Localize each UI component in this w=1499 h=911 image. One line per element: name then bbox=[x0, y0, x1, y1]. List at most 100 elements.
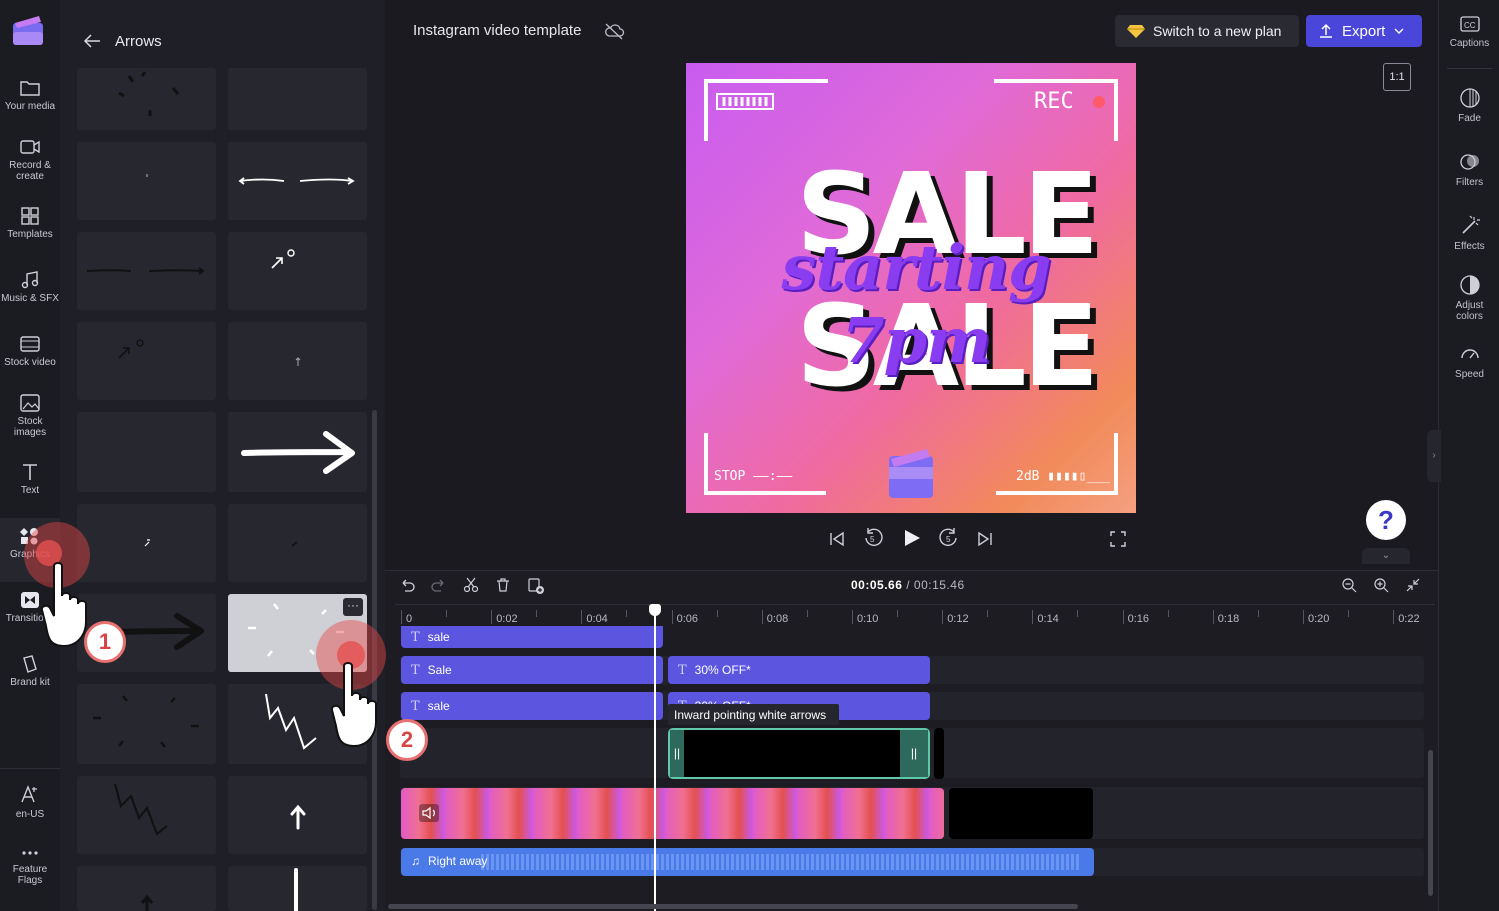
ruler-tick bbox=[852, 610, 853, 624]
arrow-tile[interactable] bbox=[228, 504, 367, 582]
arrow-tile[interactable] bbox=[77, 232, 216, 310]
skip-forward-button[interactable] bbox=[976, 530, 994, 548]
arrow-tile[interactable] bbox=[228, 142, 367, 220]
ruler-tick bbox=[401, 610, 402, 624]
graphic-clip-selected[interactable]: || || bbox=[668, 728, 930, 779]
zoom-out-button[interactable] bbox=[1341, 577, 1357, 593]
text-clip[interactable]: T Sale bbox=[401, 656, 663, 684]
rail-templates[interactable]: Templates bbox=[0, 206, 60, 240]
ruler-tick bbox=[1122, 610, 1124, 624]
arrow-tile[interactable] bbox=[77, 412, 216, 492]
cut-button[interactable] bbox=[463, 577, 479, 593]
forward-5-button[interactable]: 5 bbox=[938, 527, 960, 549]
more-icon bbox=[22, 851, 38, 855]
speaker-icon[interactable] bbox=[419, 804, 439, 822]
add-media-button[interactable] bbox=[527, 577, 545, 595]
folder-icon bbox=[20, 81, 40, 96]
help-button[interactable]: ? bbox=[1366, 500, 1406, 540]
fit-timeline-button[interactable] bbox=[1405, 577, 1421, 593]
audio-clip[interactable]: ♫ Right away bbox=[401, 848, 1094, 876]
undo-button[interactable] bbox=[399, 577, 415, 593]
tile-more-button[interactable]: ··· bbox=[343, 598, 363, 616]
ruler-label: 0:14 bbox=[1037, 613, 1059, 625]
rail-feature-flags[interactable]: Feature Flags bbox=[0, 845, 60, 886]
arrow-tile[interactable] bbox=[228, 412, 367, 492]
trim-handle-left[interactable]: || bbox=[670, 730, 684, 777]
arrow-tile[interactable] bbox=[77, 322, 216, 400]
text-clip[interactable]: Tsale bbox=[401, 626, 663, 648]
video-preview[interactable]: REC STOP ––:–– 2dB ▮▮▮▮▯___ SALE SALE st… bbox=[686, 63, 1136, 513]
text-clip-icon: T bbox=[678, 662, 687, 678]
export-button[interactable]: Export bbox=[1306, 15, 1422, 47]
rail-label: Music & SFX bbox=[1, 293, 59, 304]
playhead[interactable] bbox=[654, 606, 656, 911]
ruler-subtick bbox=[626, 610, 628, 617]
ruler-label: 0 bbox=[406, 613, 413, 625]
right-panel-collapse-handle[interactable]: › bbox=[1427, 430, 1441, 482]
playhead-handle[interactable] bbox=[649, 604, 661, 616]
rail-divider bbox=[0, 768, 60, 769]
rail-label: Your media bbox=[4, 101, 56, 112]
rr-filters[interactable]: Filters bbox=[1439, 151, 1499, 188]
rr-effects[interactable]: Effects bbox=[1439, 215, 1499, 252]
back-button[interactable] bbox=[82, 31, 104, 51]
rr-speed[interactable]: Speed bbox=[1439, 343, 1499, 380]
rail-your-media[interactable]: Your media bbox=[0, 78, 60, 112]
play-button[interactable] bbox=[902, 528, 922, 548]
timecode: 00:05.66 / 00:15.46 bbox=[851, 578, 965, 592]
zoom-in-button[interactable] bbox=[1373, 577, 1389, 593]
rail-stock-video[interactable]: Stock video bbox=[0, 334, 60, 368]
arrow-tile[interactable] bbox=[228, 232, 367, 310]
text-clip[interactable]: T 30% OFF* bbox=[668, 656, 930, 684]
app-logo-icon[interactable] bbox=[12, 14, 46, 48]
timeline-hscroll[interactable] bbox=[388, 904, 1078, 909]
brand-icon bbox=[23, 655, 37, 673]
rr-captions[interactable]: CC Captions bbox=[1439, 14, 1499, 49]
audio-clip-label-row: ♫ Right away bbox=[411, 854, 487, 868]
rail-music-sfx[interactable]: Music & SFX bbox=[0, 270, 60, 304]
ruler-tick bbox=[1393, 610, 1395, 624]
project-title[interactable]: Instagram video template bbox=[413, 22, 581, 39]
arrow-tile[interactable] bbox=[228, 322, 367, 400]
tiny-arrow-icon bbox=[146, 174, 148, 177]
delete-button[interactable] bbox=[495, 577, 511, 593]
skip-back-button[interactable] bbox=[828, 530, 846, 548]
arrow-tile[interactable] bbox=[228, 866, 367, 911]
rail-language[interactable]: en-US bbox=[0, 784, 60, 820]
fullscreen-button[interactable] bbox=[1109, 530, 1127, 548]
stop-label: STOP ––:–– bbox=[714, 469, 793, 484]
rr-adjust-colors[interactable]: Adjust colors bbox=[1439, 274, 1499, 322]
aspect-ratio-button[interactable]: 1:1 bbox=[1383, 63, 1411, 91]
arrow-left-icon bbox=[83, 34, 100, 48]
arrow-tile[interactable] bbox=[228, 68, 367, 130]
rewind-5-button[interactable]: 5 bbox=[862, 527, 884, 549]
arrow-tile[interactable] bbox=[77, 776, 216, 854]
video-clip-black[interactable] bbox=[949, 788, 1093, 839]
ruler-label: 0:02 bbox=[496, 613, 518, 625]
ruler-label: 0:12 bbox=[947, 613, 969, 625]
timeline-vscroll[interactable] bbox=[1428, 750, 1433, 896]
ruler-label: 0:18 bbox=[1217, 613, 1240, 625]
ruler-tick bbox=[581, 610, 583, 624]
rail-brand-kit[interactable]: Brand kit bbox=[0, 654, 60, 688]
rail-stock-images[interactable]: Stock images bbox=[0, 393, 60, 438]
fade-icon bbox=[1459, 88, 1480, 108]
skip-start-icon bbox=[830, 531, 844, 547]
video-clip[interactable] bbox=[401, 788, 944, 839]
arrow-tile[interactable] bbox=[77, 142, 216, 220]
rr-fade[interactable]: Fade bbox=[1439, 87, 1499, 124]
trim-handle-right[interactable]: || bbox=[900, 730, 928, 777]
switch-plan-button[interactable]: Switch to a new plan bbox=[1115, 15, 1299, 47]
switch-plan-label: Switch to a new plan bbox=[1153, 23, 1282, 39]
arrow-tile[interactable] bbox=[77, 866, 216, 911]
arrow-tile[interactable] bbox=[77, 684, 216, 764]
rail-record-create[interactable]: Record & create bbox=[0, 137, 60, 182]
redo-button[interactable] bbox=[431, 577, 447, 593]
double-arrow-icon bbox=[238, 177, 355, 185]
text-clip[interactable]: Tsale bbox=[401, 692, 663, 720]
arrow-tile[interactable] bbox=[77, 68, 216, 130]
timeline-collapse-handle[interactable]: ⌄ bbox=[1362, 548, 1410, 564]
arrow-tile[interactable] bbox=[228, 776, 367, 854]
rail-label: Record & create bbox=[9, 160, 51, 182]
rail-text[interactable]: Text bbox=[0, 462, 60, 496]
